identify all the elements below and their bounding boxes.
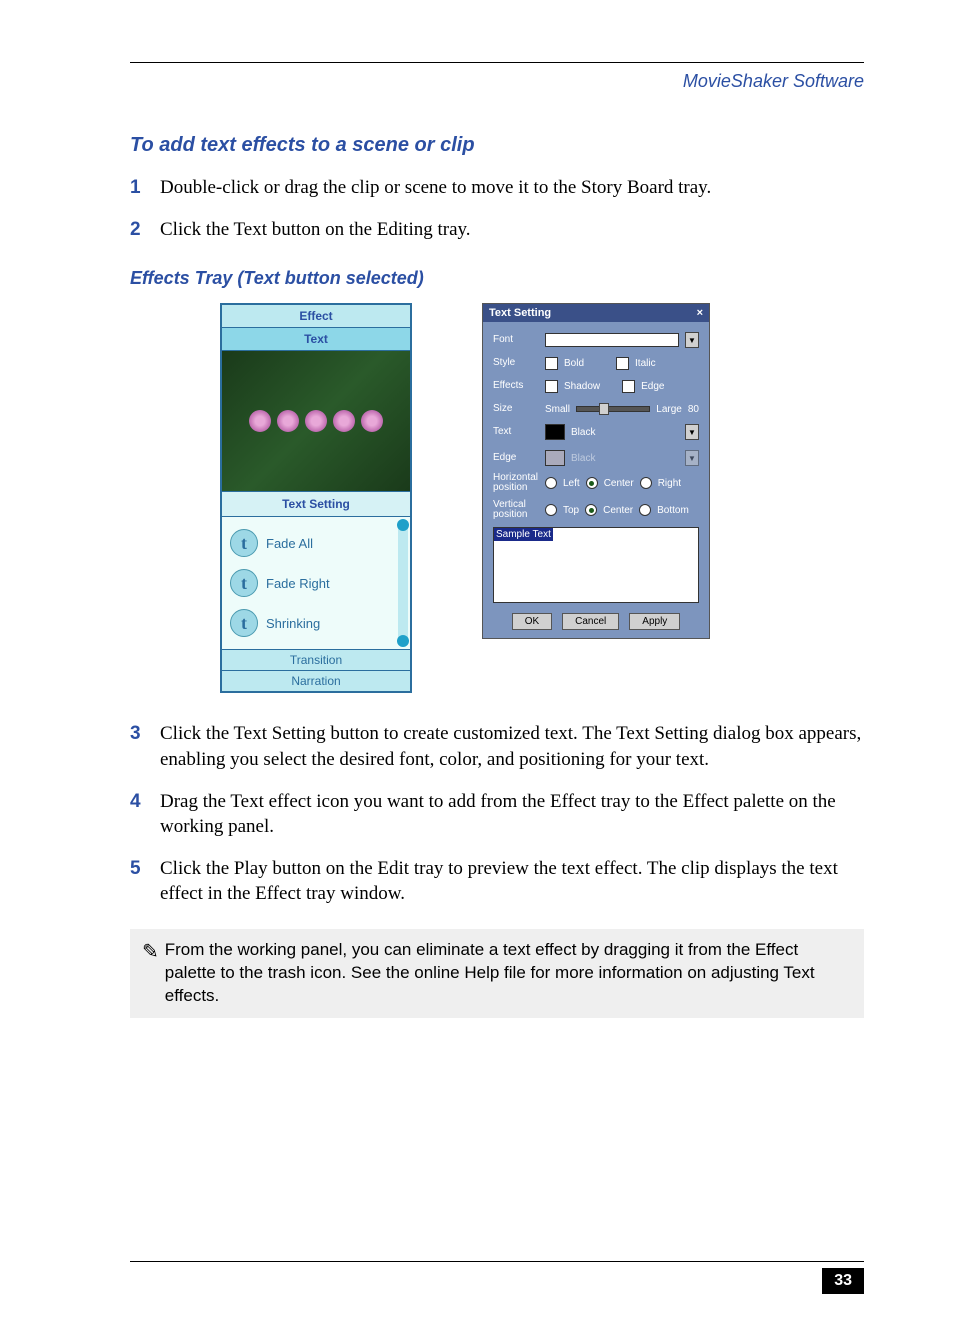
shadow-label: Shadow	[564, 381, 600, 392]
effect-tab[interactable]: Effect	[222, 305, 410, 328]
text-color-swatch[interactable]	[545, 424, 565, 440]
step-text: Click the Play button on the Edit tray t…	[160, 856, 864, 907]
close-icon[interactable]: ×	[697, 307, 703, 319]
bold-label: Bold	[564, 358, 584, 369]
font-input[interactable]	[545, 333, 679, 347]
hpos-left-label: Left	[563, 478, 580, 489]
shadow-checkbox[interactable]	[545, 380, 558, 393]
text-setting-button[interactable]: Text Setting	[222, 492, 410, 517]
step-text: Drag the Text effect icon you want to ad…	[160, 789, 864, 840]
vpos-label: Vertical position	[493, 500, 539, 520]
italic-checkbox[interactable]	[616, 357, 629, 370]
italic-label: Italic	[635, 358, 656, 369]
effect-label: Fade All	[266, 536, 313, 551]
text-color-name: Black	[571, 427, 679, 438]
edge-color-label: Edge	[493, 453, 539, 463]
size-value: 80	[688, 404, 699, 415]
edge-color-swatch	[545, 450, 565, 466]
cancel-button[interactable]: Cancel	[562, 613, 619, 630]
effect-label: Fade Right	[266, 576, 330, 591]
step-5: 5 Click the Play button on the Edit tray…	[130, 856, 864, 907]
dialog-title: Text Setting	[489, 307, 551, 319]
font-dropdown-icon[interactable]: ▼	[685, 332, 699, 348]
vpos-bottom-radio[interactable]	[639, 504, 651, 516]
effect-label: Shrinking	[266, 616, 320, 631]
hpos-center-radio[interactable]	[586, 477, 598, 489]
step-number: 4	[130, 789, 160, 840]
step-text: Double-click or drag the clip or scene t…	[160, 175, 864, 201]
step-4: 4 Drag the Text effect icon you want to …	[130, 789, 864, 840]
step-text: Click the Text Setting button to create …	[160, 721, 864, 772]
page-number: 33	[822, 1268, 864, 1294]
vpos-center-label: Center	[603, 505, 633, 516]
text-setting-dialog: Text Setting × Font ▼ Style Bold Italic	[482, 303, 710, 639]
transition-tab[interactable]: Transition	[222, 649, 410, 670]
step-1: 1 Double-click or drag the clip or scene…	[130, 175, 864, 201]
size-label: Size	[493, 404, 539, 414]
figure-heading: Effects Tray (Text button selected)	[130, 268, 864, 289]
text-effect-icon: t	[230, 529, 258, 557]
step-text: Click the Text button on the Editing tra…	[160, 217, 864, 243]
text-color-label: Text	[493, 427, 539, 437]
scroll-up-icon[interactable]	[397, 519, 409, 531]
effect-item-shrinking[interactable]: t Shrinking	[228, 603, 394, 643]
vpos-center-radio[interactable]	[585, 504, 597, 516]
ok-button[interactable]: OK	[512, 613, 552, 630]
small-label: Small	[545, 404, 570, 415]
sample-text: Sample Text	[494, 528, 553, 541]
step-number: 1	[130, 175, 160, 201]
scrollbar[interactable]	[398, 521, 408, 645]
step-2: 2 Click the Text button on the Editing t…	[130, 217, 864, 243]
pencil-icon: ✎	[142, 939, 159, 1008]
step-3: 3 Click the Text Setting button to creat…	[130, 721, 864, 772]
size-slider[interactable]	[576, 406, 650, 412]
effect-item-fade-right[interactable]: t Fade Right	[228, 563, 394, 603]
hpos-right-radio[interactable]	[640, 477, 652, 489]
narration-tab[interactable]: Narration	[222, 670, 410, 691]
text-tab[interactable]: Text	[222, 328, 410, 351]
vpos-top-label: Top	[563, 505, 579, 516]
style-label: Style	[493, 358, 539, 368]
hpos-center-label: Center	[604, 478, 634, 489]
step-number: 5	[130, 856, 160, 907]
vpos-bottom-label: Bottom	[657, 505, 689, 516]
note-box: ✎ From the working panel, you can elimin…	[130, 929, 864, 1018]
edge-color-name: Black	[571, 453, 679, 464]
section-title: To add text effects to a scene or clip	[130, 134, 864, 157]
hpos-left-radio[interactable]	[545, 477, 557, 489]
preview-image	[222, 351, 410, 492]
effect-list: t Fade All t Fade Right t Shrinking	[222, 517, 410, 649]
vpos-top-radio[interactable]	[545, 504, 557, 516]
sample-textarea[interactable]: Sample Text	[493, 527, 699, 603]
hpos-right-label: Right	[658, 478, 681, 489]
edge-checkbox[interactable]	[622, 380, 635, 393]
apply-button[interactable]: Apply	[629, 613, 680, 630]
effect-item-fade-all[interactable]: t Fade All	[228, 523, 394, 563]
edge-color-dropdown-icon: ▼	[685, 450, 699, 466]
effects-tray-panel: Effect Text Text Setting t Fade All t Fa…	[220, 303, 412, 693]
scroll-down-icon[interactable]	[397, 635, 409, 647]
chapter-title: MovieShaker Software	[130, 71, 864, 92]
step-number: 2	[130, 217, 160, 243]
font-label: Font	[493, 335, 539, 345]
edge-check-label: Edge	[641, 381, 664, 392]
effects-label: Effects	[493, 381, 539, 391]
text-effect-icon: t	[230, 569, 258, 597]
text-color-dropdown-icon[interactable]: ▼	[685, 424, 699, 440]
step-number: 3	[130, 721, 160, 772]
note-text: From the working panel, you can eliminat…	[165, 939, 852, 1008]
large-label: Large	[656, 404, 682, 415]
text-effect-icon: t	[230, 609, 258, 637]
bold-checkbox[interactable]	[545, 357, 558, 370]
hpos-label: Horizontal position	[493, 473, 539, 493]
